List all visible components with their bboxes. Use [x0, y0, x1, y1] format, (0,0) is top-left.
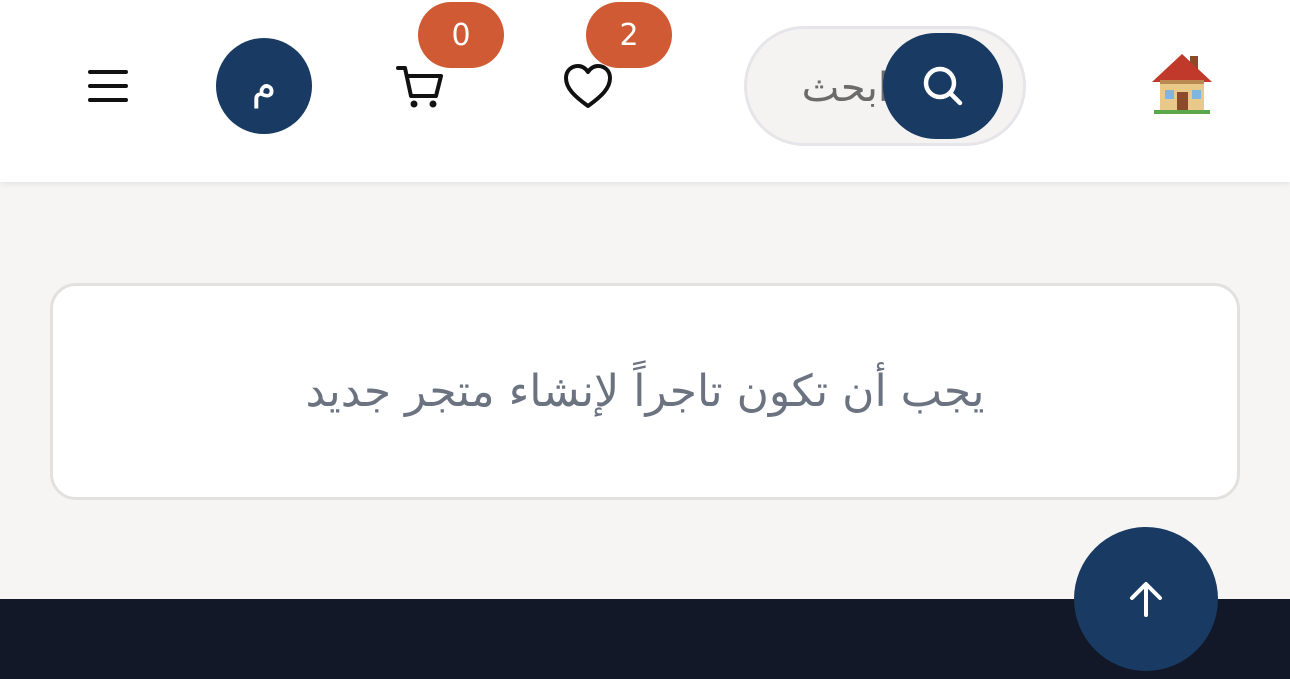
search-bar	[744, 26, 1026, 146]
user-avatar[interactable]: م	[216, 38, 312, 134]
scroll-to-top-button[interactable]	[1074, 527, 1218, 671]
cart-icon	[396, 66, 443, 108]
house-icon	[1152, 54, 1212, 114]
hamburger-menu-icon	[88, 70, 128, 74]
wishlist-count-badge: 2	[586, 2, 672, 68]
top-header: م 0 2	[0, 0, 1290, 182]
menu-button[interactable]	[86, 66, 130, 106]
notice-card: يجب أن تكون تاجراً لإنشاء متجر جديد	[50, 283, 1240, 500]
cart-count-badge: 0	[418, 2, 504, 68]
merchant-required-message: يجب أن تكون تاجراً لإنشاء متجر جديد	[305, 366, 985, 417]
arrow-up-icon	[1130, 582, 1162, 617]
search-icon	[923, 66, 963, 106]
home-logo[interactable]	[1150, 50, 1214, 116]
wishlist-button[interactable]	[560, 58, 616, 114]
cart-button[interactable]	[392, 58, 448, 114]
search-input[interactable]	[777, 57, 891, 119]
heart-icon	[564, 64, 612, 108]
search-button[interactable]	[883, 33, 1003, 139]
